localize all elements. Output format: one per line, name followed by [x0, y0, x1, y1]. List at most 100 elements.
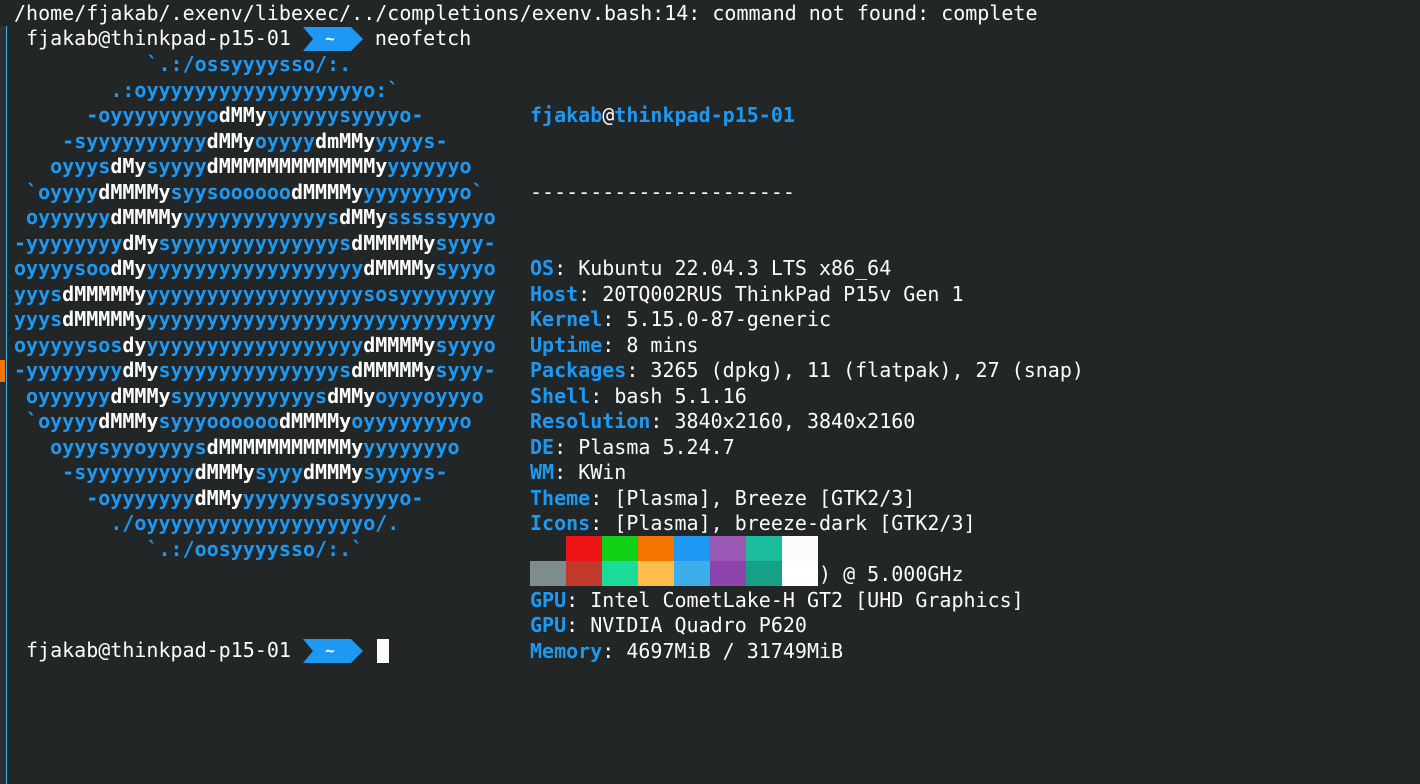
info-value: 5.15.0-87-generic — [626, 307, 832, 331]
info-key: Shell — [530, 383, 591, 408]
logo-segment: dMy — [110, 154, 147, 178]
logo-segment: syyyy — [146, 154, 207, 178]
logo-line: -syyyyyyyyydMMMysyyydMMMysyyyys- — [14, 460, 496, 486]
info-colon: : — [602, 638, 627, 663]
logo-segment: yyyyyyyyo` — [363, 179, 484, 204]
logo-segment: `oyyyy — [14, 409, 99, 433]
logo-segment: syyy- — [435, 230, 496, 255]
logo-segment: dMMMMMy — [62, 307, 147, 331]
logo-segment: yyyyyysyyyyo- — [266, 103, 424, 127]
logo-segment: dMMMy — [303, 460, 364, 484]
logo-line: oyyyyyydMMMMyyyyyyyyyyyyysdMMysssssyyyo — [14, 205, 496, 231]
logo-segment: syyyyyyyyyyyyyys — [158, 230, 352, 255]
terminal-left-edge — [0, 26, 7, 784]
logo-segment: dMy — [122, 230, 159, 255]
logo-segment: syyyo — [435, 332, 496, 357]
info-row: Theme: [Plasma], Breeze [GTK2/3] — [530, 486, 1084, 512]
terminal-window[interactable]: /home/fjakab/.exenv/libexec/../completio… — [0, 0, 1420, 784]
palette-swatch-bright — [566, 561, 602, 586]
logo-segment: yyys — [14, 307, 63, 331]
info-row: Kernel: 5.15.0-87-generic — [530, 307, 1084, 333]
logo-segment: dMMMMy — [290, 179, 364, 204]
info-value: 3840x2160, 3840x2160 — [674, 409, 916, 433]
info-value: 3265 (dpkg), 11 (flatpak), 27 (snap) — [650, 358, 1084, 382]
info-value: Intel CometLake-H GT2 [UHD Graphics] — [590, 587, 1024, 612]
info-value: KWin — [578, 460, 627, 484]
palette-swatch-bright — [530, 561, 566, 586]
logo-line: -oyyyyyyyyodMMyyyyyyysyyyyo- — [14, 103, 496, 129]
logo-segment: yyys — [14, 281, 63, 306]
logo-segment: oyyyoyyyo — [375, 383, 484, 408]
info-colon: : — [566, 613, 591, 637]
logo-segment: -yyyyyyyy — [14, 230, 123, 255]
info-row: Resolution: 3840x2160, 3840x2160 — [530, 409, 1084, 435]
logo-segment: yyyyyyyyyyyys — [182, 205, 340, 229]
logo-segment: syysoooooo — [170, 179, 291, 204]
logo-line: yyysdMMMMMyyyyyyyyyyyyyyyyyyysosyyyyyyyy — [14, 282, 496, 308]
logo-segment: syyy- — [435, 358, 496, 382]
info-user: fjakab — [530, 103, 603, 127]
logo-line: -yyyyyyyydMysyyyyyyyyyyyyyysdMMMMMysyyy- — [14, 231, 496, 257]
logo-line: `oyyyydMMMysyyyoooooodMMMMyoyyyyyyyyo — [14, 409, 496, 435]
logo-segment: yyyyyysosyyyyo- — [242, 485, 424, 510]
info-title: fjakab@thinkpad-p15-01 — [530, 103, 1084, 129]
logo-line: oyyyysoodMyyyyyyyyyyyyyyyyyyydMMMMysyyyo — [14, 256, 496, 282]
palette-swatch-bright — [602, 561, 638, 586]
info-row: GPU: NVIDIA Quadro P620 — [530, 613, 1084, 639]
logo-segment: yyyyyyo — [387, 154, 472, 178]
prompt-dir: ~ — [325, 29, 335, 49]
logo-segment: yyyyyyyyyyyyyyyyyy — [146, 332, 364, 357]
logo-segment: -oyyyyyyy — [14, 485, 195, 510]
info-key: Memory — [530, 638, 603, 663]
logo-line: -syyyyyyyyyydMMyoyyyydmMMyyyyys- — [14, 129, 496, 155]
prompt-dir: ~ — [325, 641, 335, 661]
logo-segment: dMMMMy — [363, 332, 436, 357]
logo-segment: dMMMy — [194, 460, 255, 484]
logo-line: `.:/oosyyyysso/:.` — [14, 537, 496, 563]
logo-segment: dMMy — [206, 128, 255, 153]
text-cursor[interactable] — [376, 639, 389, 663]
logo-line: -yyyyyyyydMysyyyyyyyyyyyyyysdMMMMMysyyy- — [14, 358, 496, 384]
info-colon: : — [578, 281, 603, 306]
prompt-line[interactable]: fjakab@thinkpad-p15-01 ~ — [26, 638, 389, 664]
logo-segment: oyyyyysos — [14, 332, 123, 357]
logo-segment: dMMy — [218, 103, 267, 127]
prompt-user-host: fjakab@thinkpad-p15-01 — [26, 26, 291, 51]
logo-segment: ./oyyyyyyyyyyyyyyyyyyo/. — [14, 511, 400, 535]
palette-swatch-bright — [674, 561, 710, 586]
logo-segment: sssssyyyo — [387, 205, 496, 229]
info-value: bash 5.1.16 — [614, 383, 747, 408]
info-row: Memory: 4697MiB / 31749MiB — [530, 639, 1084, 665]
logo-segment: dMMy — [327, 383, 376, 408]
info-value: Kubuntu 22.04.3 LTS x86_64 — [578, 256, 892, 280]
info-row: GPU: Intel CometLake-H GT2 [UHD Graphics… — [530, 588, 1084, 614]
info-colon: : — [554, 460, 579, 484]
prompt-command: neofetch — [374, 26, 472, 51]
info-value: [Plasma], breeze-dark [GTK2/3] — [614, 511, 976, 535]
distro-ascii-logo: `.:/ossyyyysso/:. .:oyyyyyyyyyyyyyyyyyyo… — [14, 52, 496, 562]
palette-swatch-bright — [782, 561, 818, 586]
logo-segment: dMMy — [339, 205, 388, 229]
logo-segment: yyyyyyyyyyyyyyyyyysosyyyyyyyy — [146, 281, 496, 306]
prompt-dir-segment: ~ — [302, 27, 363, 51]
logo-segment: syyyyyyyyyyyyyys — [158, 358, 352, 382]
info-row: Host: 20TQ002RUS ThinkPad P15v Gen 1 — [530, 282, 1084, 308]
logo-segment: -yyyyyyyy — [14, 358, 123, 382]
logo-segment: `oyyyy — [14, 179, 99, 204]
info-row: WM: KWin — [530, 460, 1084, 486]
info-key: Resolution — [530, 409, 651, 433]
info-colon: : — [590, 383, 615, 408]
logo-segment: oyyyysoo — [14, 256, 111, 280]
logo-segment: oyyyyyy — [14, 383, 111, 408]
prompt-dir-segment: ~ — [302, 639, 363, 663]
logo-line: ./oyyyyyyyyyyyyyyyyyyo/. — [14, 511, 496, 537]
logo-segment: .:oyyyyyyyyyyyyyyyyyyo:` — [14, 77, 400, 102]
logo-segment: oyyyy — [254, 128, 316, 153]
info-key: Icons — [530, 511, 591, 535]
logo-segment: dMMy — [194, 485, 243, 510]
info-key: Packages — [530, 358, 627, 382]
info-value: 8 mins — [626, 332, 699, 357]
logo-segment: dy — [122, 332, 147, 357]
info-key: OS — [530, 256, 555, 280]
info-value: NVIDIA Quadro P620 — [590, 613, 807, 637]
